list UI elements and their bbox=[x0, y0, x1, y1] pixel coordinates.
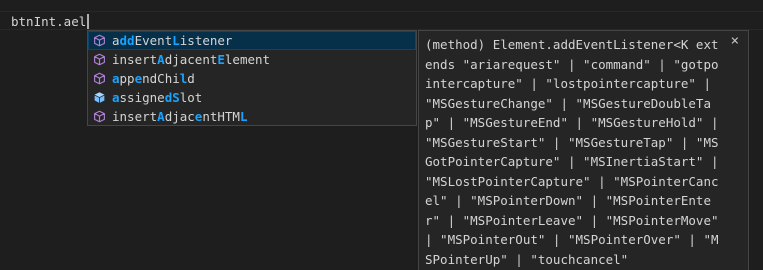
property-wrench-icon bbox=[94, 92, 105, 103]
suggestion-item[interactable]: appendChild bbox=[88, 69, 416, 88]
match-highlight: e bbox=[194, 109, 203, 124]
method-cube-icon bbox=[94, 53, 105, 66]
method-cube-icon bbox=[94, 34, 105, 47]
text-cursor bbox=[87, 14, 90, 29]
method-signature: (method) Element.addEventListener<K exte… bbox=[425, 37, 719, 267]
match-highlight: A bbox=[157, 109, 165, 124]
match-highlight: A bbox=[157, 52, 165, 67]
match-highlight: a bbox=[112, 90, 120, 105]
current-line-highlight bbox=[0, 11, 763, 30]
match-highlight: dd bbox=[119, 33, 135, 48]
method-cube-icon bbox=[94, 72, 105, 85]
suggestion-label: addEventListener bbox=[112, 33, 233, 48]
match-highlight: e bbox=[134, 71, 143, 86]
suggestion-label: insertAdjacentElement bbox=[112, 52, 271, 67]
match-highlight: L bbox=[172, 33, 180, 48]
suggestion-item[interactable]: assignedSlot bbox=[88, 88, 416, 107]
suggestion-details-panel: × (method) Element.addEventListener<K ex… bbox=[418, 30, 749, 270]
match-highlight: l bbox=[179, 71, 188, 86]
suggestion-item[interactable]: insertAdjacentElement bbox=[88, 50, 416, 69]
match-highlight: L bbox=[239, 109, 248, 124]
editor-code-line[interactable]: btnInt.ael bbox=[11, 13, 90, 30]
match-highlight: dS bbox=[164, 90, 180, 105]
match-highlight: E bbox=[217, 52, 225, 67]
suggestion-item[interactable]: addEventListener bbox=[88, 31, 416, 50]
suggestion-item[interactable]: insertAdjacentHTML bbox=[88, 107, 416, 125]
suggestion-label: appendChild bbox=[112, 71, 195, 86]
suggestion-label: assignedSlot bbox=[112, 90, 203, 105]
suggestion-list[interactable]: addEventListener insertAdjacentElement app… bbox=[87, 30, 417, 126]
code-text[interactable]: btnInt.ael bbox=[11, 14, 86, 29]
match-highlight: a bbox=[112, 71, 120, 86]
editor-top-band bbox=[0, 0, 763, 11]
suggestion-label: insertAdjacentHTML bbox=[112, 109, 248, 124]
close-icon[interactable]: × bbox=[731, 33, 739, 49]
method-cube-icon bbox=[94, 110, 105, 123]
